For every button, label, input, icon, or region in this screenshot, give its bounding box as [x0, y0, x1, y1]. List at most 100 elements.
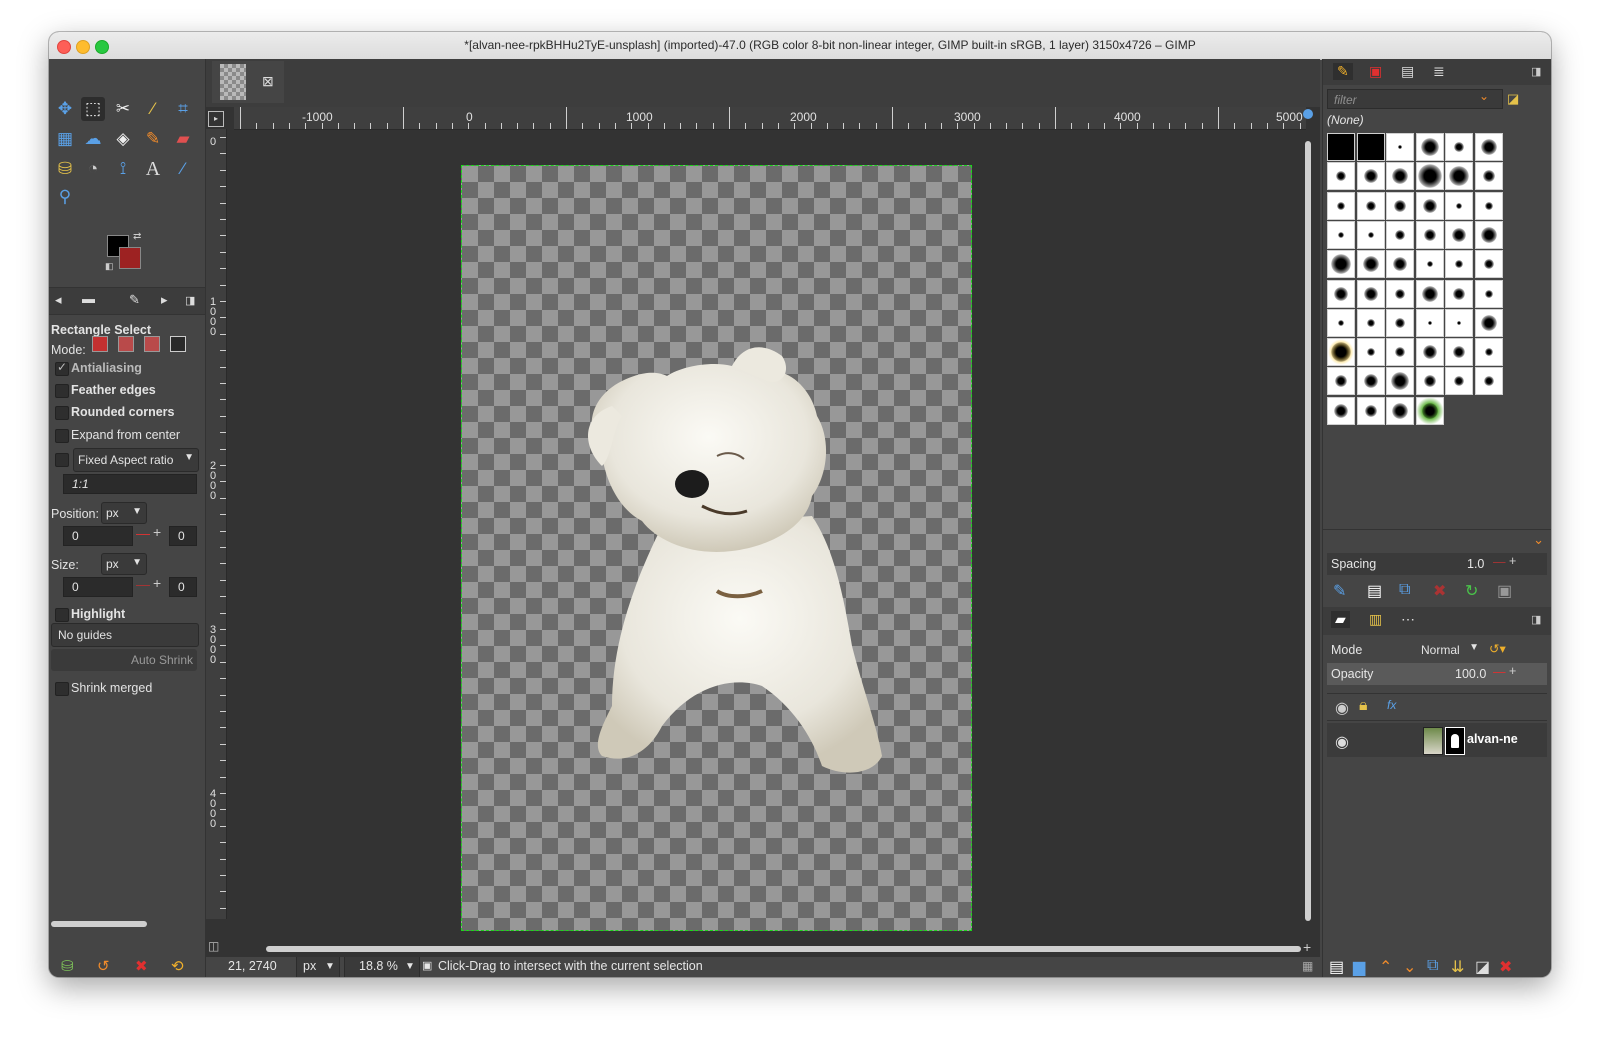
brush-preview[interactable]: [1445, 279, 1473, 308]
toolbox-scrollbar[interactable]: [51, 921, 147, 927]
brush-preview[interactable]: [1356, 279, 1385, 308]
minimize-window-button[interactable]: [76, 40, 90, 54]
increment-icon[interactable]: +: [1509, 664, 1516, 678]
configure-tab-icon[interactable]: ◨: [1531, 613, 1541, 626]
brush-preview[interactable]: [1415, 279, 1444, 308]
add-mask-icon[interactable]: ◪: [1475, 957, 1490, 977]
eye-icon[interactable]: ◉: [1335, 732, 1349, 752]
new-brush-icon[interactable]: ▤: [1367, 581, 1382, 601]
tab-scroll-right-icon[interactable]: ▸: [161, 292, 168, 308]
brush-preview[interactable]: [1356, 162, 1385, 191]
brush-preview[interactable]: [1356, 367, 1385, 396]
fixed-aspect-dropdown[interactable]: Fixed Aspect ratio ▼: [73, 448, 199, 472]
tab-layers-icon[interactable]: ▰: [1331, 611, 1350, 628]
pencil-icon[interactable]: ✎: [141, 127, 165, 151]
expand-from-center-checkbox[interactable]: [55, 429, 69, 443]
color-picker-icon[interactable]: ⁄: [171, 157, 195, 181]
mode-add-icon[interactable]: [118, 336, 134, 352]
rect-select-tool-icon[interactable]: ⬚: [81, 97, 105, 121]
decrement-icon[interactable]: —: [136, 525, 150, 541]
lock-icon[interactable]: 🔒︎: [1359, 697, 1368, 715]
tab-scroll-left-icon[interactable]: ◂: [55, 292, 62, 308]
brush-preview[interactable]: [1445, 133, 1473, 161]
brush-preview[interactable]: [1445, 220, 1473, 249]
brush-preview[interactable]: [1415, 396, 1444, 425]
brush-preview[interactable]: [1415, 162, 1444, 191]
quick-mask-menu-icon[interactable]: ▸: [208, 111, 224, 127]
tab-fonts-icon[interactable]: ▤: [1401, 63, 1414, 80]
brush-preview[interactable]: [1445, 308, 1473, 337]
feather-edges-checkbox[interactable]: [55, 384, 69, 398]
duplicate-brush-icon[interactable]: ⧉: [1399, 581, 1410, 599]
increment-icon[interactable]: +: [153, 524, 161, 540]
navigate-icon[interactable]: [1303, 109, 1313, 119]
brush-preview[interactable]: [1415, 191, 1444, 220]
decrement-icon[interactable]: —: [136, 576, 150, 592]
brush-preview[interactable]: [1386, 279, 1414, 308]
navigate-preview-icon[interactable]: ▦: [1302, 959, 1313, 973]
tab-device-status-icon[interactable]: ✎: [129, 292, 140, 308]
brush-preview[interactable]: [1474, 162, 1503, 191]
configure-tab-icon[interactable]: ◨: [1531, 65, 1541, 78]
configure-tab-icon[interactable]: ◨: [185, 294, 195, 307]
brush-preview[interactable]: [1356, 133, 1385, 161]
size-h-field[interactable]: 0: [169, 577, 197, 597]
tab-document-history-icon[interactable]: ≣: [1433, 63, 1445, 80]
chevron-down-icon[interactable]: ⌄: [1479, 89, 1489, 103]
restore-options-icon[interactable]: ↺: [97, 957, 110, 975]
spacing-slider[interactable]: Spacing 1.0 — +: [1327, 553, 1547, 575]
brush-preview[interactable]: [1327, 250, 1355, 279]
swap-colors-icon[interactable]: ⇄: [133, 231, 141, 242]
brush-filter-input[interactable]: filter: [1327, 89, 1503, 109]
zoom-image-icon[interactable]: +: [1303, 939, 1311, 955]
zoom-window-button[interactable]: [95, 40, 109, 54]
merge-layer-icon[interactable]: ⇊: [1451, 957, 1464, 977]
brush-preview[interactable]: [1327, 338, 1355, 367]
move-tool-icon[interactable]: ✥: [53, 97, 77, 121]
clone-icon[interactable]: ⛁: [53, 157, 77, 181]
brush-preview[interactable]: [1356, 250, 1385, 279]
size-w-field[interactable]: 0: [63, 577, 133, 597]
delete-layer-icon[interactable]: ✖: [1499, 957, 1512, 977]
brush-preview[interactable]: [1474, 367, 1503, 396]
brush-preview[interactable]: [1327, 279, 1355, 308]
decrement-icon[interactable]: —: [1493, 555, 1506, 569]
brush-preview[interactable]: [1415, 250, 1444, 279]
position-x-field[interactable]: 0: [63, 526, 133, 546]
brush-preview[interactable]: [1386, 396, 1414, 425]
background-color-swatch[interactable]: [119, 247, 141, 269]
brush-preview[interactable]: [1474, 338, 1503, 367]
zoom-icon[interactable]: ⚲: [53, 185, 77, 209]
crop-tool-icon[interactable]: ⌗: [171, 97, 195, 121]
eye-icon[interactable]: ◉: [1335, 698, 1349, 718]
brush-preview[interactable]: [1386, 338, 1414, 367]
tab-brushes-icon[interactable]: ✎: [1333, 63, 1353, 80]
brush-preview[interactable]: [1356, 191, 1385, 220]
brush-preview[interactable]: [1386, 308, 1414, 337]
increment-icon[interactable]: +: [1509, 554, 1516, 568]
fuzzy-select-tool-icon[interactable]: ✂: [111, 97, 135, 121]
layer-row[interactable]: ◉ alvan-ne: [1327, 723, 1547, 757]
default-colors-icon[interactable]: ◧: [105, 261, 114, 272]
opacity-slider[interactable]: Opacity 100.0 — +: [1327, 663, 1547, 685]
smudge-tool-icon[interactable]: ☁: [81, 127, 105, 151]
fx-icon[interactable]: fx: [1387, 698, 1396, 712]
brush-preview[interactable]: [1415, 367, 1444, 396]
brush-preview[interactable]: [1386, 220, 1414, 249]
brush-preview[interactable]: [1445, 162, 1473, 191]
lower-layer-icon[interactable]: ⌄: [1403, 957, 1416, 977]
raise-layer-icon[interactable]: ⌃: [1379, 957, 1392, 977]
paths-icon[interactable]: ⟟: [111, 157, 135, 181]
auto-shrink-button[interactable]: Auto Shrink: [51, 649, 197, 671]
vertical-ruler[interactable]: 0 1000 2000 3000 4000: [206, 129, 227, 919]
brush-preview[interactable]: [1327, 367, 1355, 396]
refresh-brushes-icon[interactable]: ↻: [1465, 581, 1478, 601]
new-layer-icon[interactable]: ▤: [1329, 957, 1344, 977]
brush-preview[interactable]: [1474, 279, 1503, 308]
brush-preview[interactable]: [1386, 162, 1414, 191]
dodge-icon[interactable]: ◔: [81, 157, 105, 181]
brush-preview[interactable]: [1415, 133, 1444, 161]
antialiasing-checkbox[interactable]: [55, 360, 69, 376]
delete-brush-icon[interactable]: ✖: [1433, 581, 1446, 601]
brush-preview[interactable]: [1474, 308, 1503, 337]
